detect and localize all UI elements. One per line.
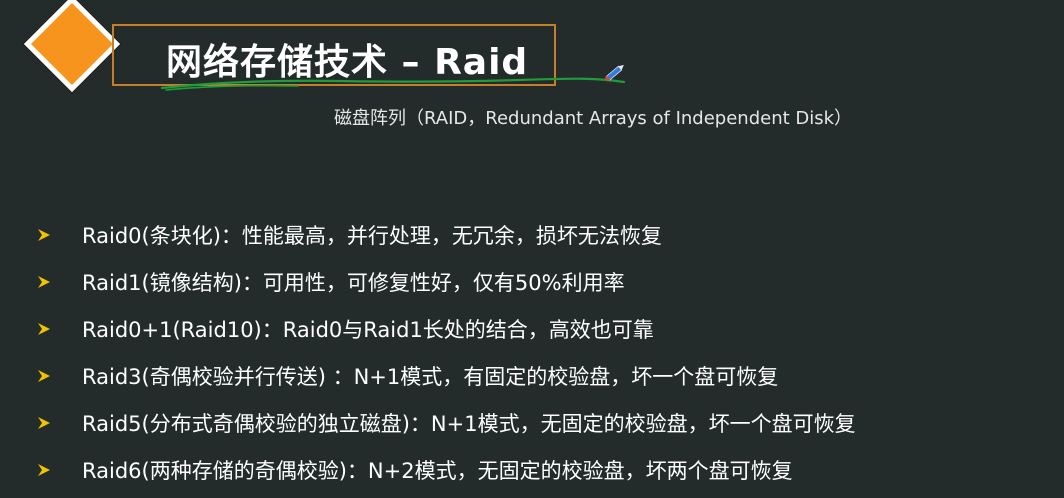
orange-diamond-icon xyxy=(23,0,121,93)
bullet-text: Raid0(条块化)：性能最高，并行处理，无冗余，损坏无法恢复 xyxy=(82,224,662,248)
list-item: Raid6(两种存储的奇偶校验)：N+2模式，无固定的校验盘，坏两个盘可恢复 xyxy=(36,446,856,494)
list-item: Raid3(奇偶校验并行传送) ：N+1模式，有固定的校验盘，坏一个盘可恢复 xyxy=(36,352,856,400)
pen-icon xyxy=(604,64,624,82)
ink-underline-icon xyxy=(160,77,626,91)
bullet-text: Raid6(两种存储的奇偶校验)：N+2模式，无固定的校验盘，坏两个盘可恢复 xyxy=(82,459,793,483)
bullet-text: Raid5(分布式奇偶校验的独立磁盘)：N+1模式，无固定的校验盘，坏一个盘可恢… xyxy=(82,412,856,436)
subtitle: 磁盘阵列（RAID，Redundant Arrays of Independen… xyxy=(334,108,853,129)
list-item: Raid5(分布式奇偶校验的独立磁盘)：N+1模式，无固定的校验盘，坏一个盘可恢… xyxy=(36,399,856,447)
arrow-bullet-icon xyxy=(38,276,50,288)
slide: 网络存储技术 – Raid 磁盘阵列（RAID，Redundant Arrays… xyxy=(0,0,1064,498)
bullet-list: Raid0(条块化)：性能最高，并行处理，无冗余，损坏无法恢复 Raid1(镜像… xyxy=(36,211,856,493)
arrow-bullet-icon xyxy=(38,323,50,335)
list-item: Raid1(镜像结构)：可用性，可修复性好，仅有50%利用率 xyxy=(36,258,856,306)
arrow-bullet-icon xyxy=(38,229,50,241)
list-item: Raid0(条块化)：性能最高，并行处理，无冗余，损坏无法恢复 xyxy=(36,211,856,259)
list-item: Raid0+1(Raid10)：Raid0与Raid1长处的结合，高效也可靠 xyxy=(36,305,856,353)
arrow-bullet-icon xyxy=(38,417,50,429)
arrow-bullet-icon xyxy=(38,464,50,476)
bullet-text: Raid1(镜像结构)：可用性，可修复性好，仅有50%利用率 xyxy=(82,271,625,295)
bullet-text: Raid3(奇偶校验并行传送) ：N+1模式，有固定的校验盘，坏一个盘可恢复 xyxy=(82,365,779,389)
bullet-text: Raid0+1(Raid10)：Raid0与Raid1长处的结合，高效也可靠 xyxy=(82,318,654,342)
arrow-bullet-icon xyxy=(38,370,50,382)
